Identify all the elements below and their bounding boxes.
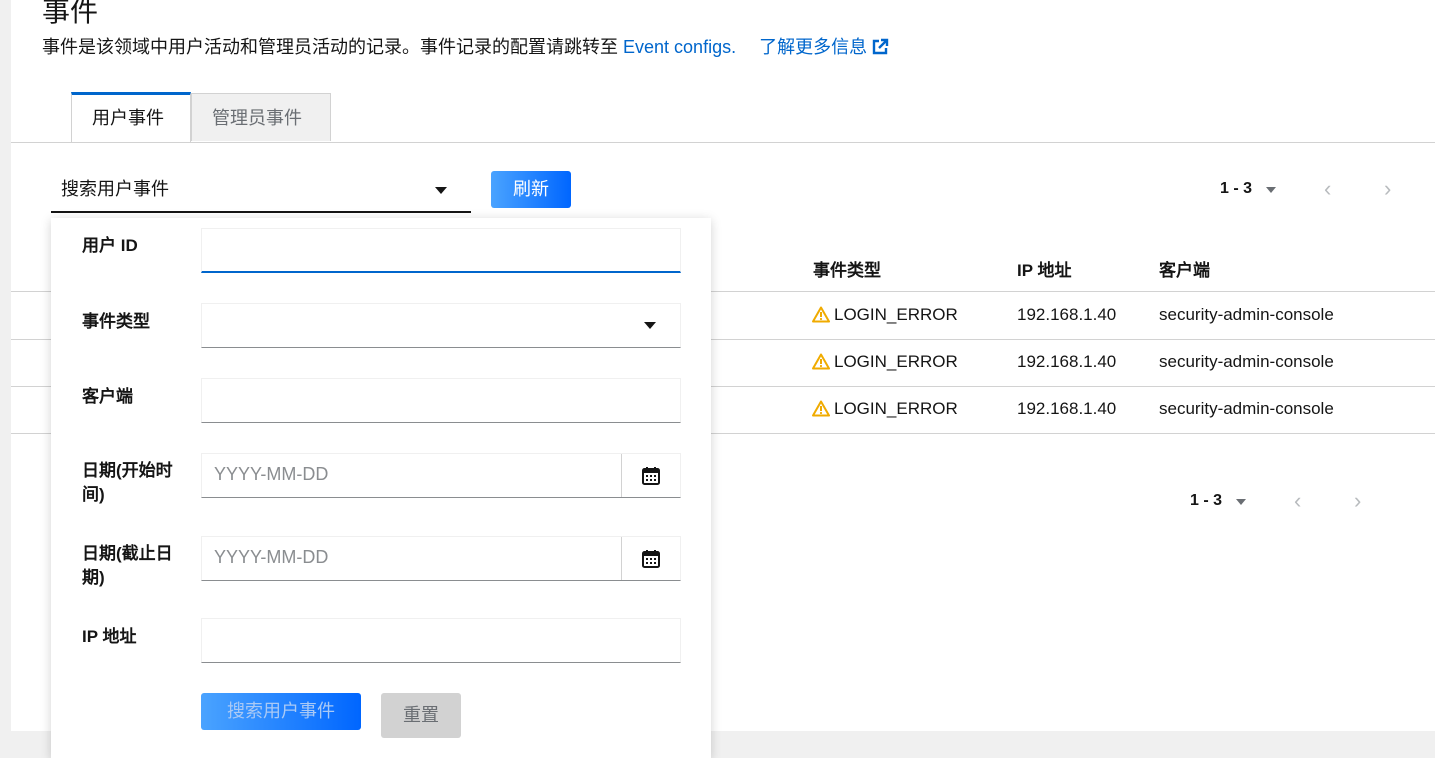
bottom-previous-page-button[interactable]: ‹ — [1294, 490, 1301, 512]
date-to-calendar-button[interactable] — [621, 537, 680, 580]
page-title: 事件 — [42, 0, 99, 27]
warning-icon — [812, 400, 830, 417]
date-to-label: 日期(截止日期) — [82, 544, 173, 587]
date-from-input[interactable]: YYYY-MM-DD — [201, 453, 681, 498]
date-to-input[interactable]: YYYY-MM-DD — [201, 536, 681, 581]
user-id-label: 用户 ID — [82, 236, 138, 255]
pagination-range: 1 - 3 — [1220, 180, 1253, 197]
client-input[interactable] — [201, 378, 681, 423]
ip-address-input[interactable] — [201, 618, 681, 663]
client-label: 客户端 — [82, 387, 133, 406]
user-id-input[interactable] — [201, 228, 681, 273]
caret-down-icon — [644, 322, 656, 329]
refresh-button[interactable]: 刷新 — [491, 171, 571, 208]
external-link-icon — [872, 38, 889, 55]
client-cell: security-admin-console — [1159, 352, 1334, 371]
caret-down-icon — [435, 187, 447, 194]
ip-address-label: IP 地址 — [82, 627, 137, 646]
event-type-cell: LOGIN_ERROR — [812, 352, 958, 372]
event-type-select[interactable] — [201, 303, 681, 348]
event-type-value: LOGIN_ERROR — [834, 399, 958, 418]
search-user-events-toggle[interactable]: 搜索用户事件 — [51, 170, 471, 213]
tab-user-events[interactable]: 用户事件 — [71, 92, 191, 142]
date-from-placeholder: YYYY-MM-DD — [214, 464, 329, 484]
date-from-calendar-button[interactable] — [621, 454, 680, 497]
caret-down-icon — [1266, 187, 1276, 193]
client-cell: security-admin-console — [1159, 399, 1334, 418]
pagination-toggle[interactable]: 1 - 3 — [1220, 180, 1276, 198]
event-type-value: LOGIN_ERROR — [834, 352, 958, 371]
learn-more-label: 了解更多信息 — [759, 37, 868, 57]
previous-page-button[interactable]: ‹ — [1324, 178, 1331, 200]
search-form-panel: 用户 ID 事件类型 客户端 日期(开始时间) YYYY-MM-DD 日期(截止… — [51, 218, 711, 758]
event-tabs: 用户事件 管理员事件 — [11, 92, 1435, 143]
next-page-button[interactable]: › — [1384, 178, 1391, 200]
learn-more-link[interactable]: 了解更多信息 — [759, 37, 889, 57]
bottom-next-page-button[interactable]: › — [1354, 490, 1361, 512]
ip-cell: 192.168.1.40 — [1017, 305, 1117, 324]
search-toggle-label: 搜索用户事件 — [61, 179, 169, 199]
search-user-events-button[interactable]: 搜索用户事件 — [201, 693, 361, 730]
warning-icon — [812, 306, 830, 323]
event-type-cell: LOGIN_ERROR — [812, 305, 958, 325]
ip-cell: 192.168.1.40 — [1017, 352, 1117, 371]
event-configs-link[interactable]: Event configs. — [623, 37, 736, 57]
tab-admin-events[interactable]: 管理员事件 — [191, 93, 331, 141]
event-type-value: LOGIN_ERROR — [834, 305, 958, 324]
bottom-pagination-toggle[interactable]: 1 - 3 — [1190, 492, 1246, 510]
column-header-client[interactable]: 客户端 — [1159, 256, 1210, 281]
ip-cell: 192.168.1.40 — [1017, 399, 1117, 418]
bottom-pagination-range: 1 - 3 — [1190, 492, 1223, 509]
calendar-icon — [642, 550, 660, 568]
reset-button[interactable]: 重置 — [381, 693, 461, 738]
calendar-icon — [642, 467, 660, 485]
date-to-placeholder: YYYY-MM-DD — [214, 547, 329, 567]
column-header-event-type[interactable]: 事件类型 — [813, 256, 881, 281]
column-header-ip[interactable]: IP 地址 — [1017, 256, 1071, 281]
event-type-cell: LOGIN_ERROR — [812, 399, 958, 419]
warning-icon — [812, 353, 830, 370]
description-text: 事件是该领域中用户活动和管理员活动的记录。事件记录的配置请跳转至 — [42, 37, 618, 57]
client-cell: security-admin-console — [1159, 305, 1334, 324]
events-page: 事件 事件是该领域中用户活动和管理员活动的记录。事件记录的配置请跳转至 Even… — [11, 0, 1435, 758]
caret-down-icon — [1236, 499, 1246, 505]
page-description: 事件是该领域中用户活动和管理员活动的记录。事件记录的配置请跳转至 Event c… — [42, 34, 889, 60]
event-type-label: 事件类型 — [82, 312, 150, 331]
date-from-label: 日期(开始时间) — [82, 461, 173, 504]
